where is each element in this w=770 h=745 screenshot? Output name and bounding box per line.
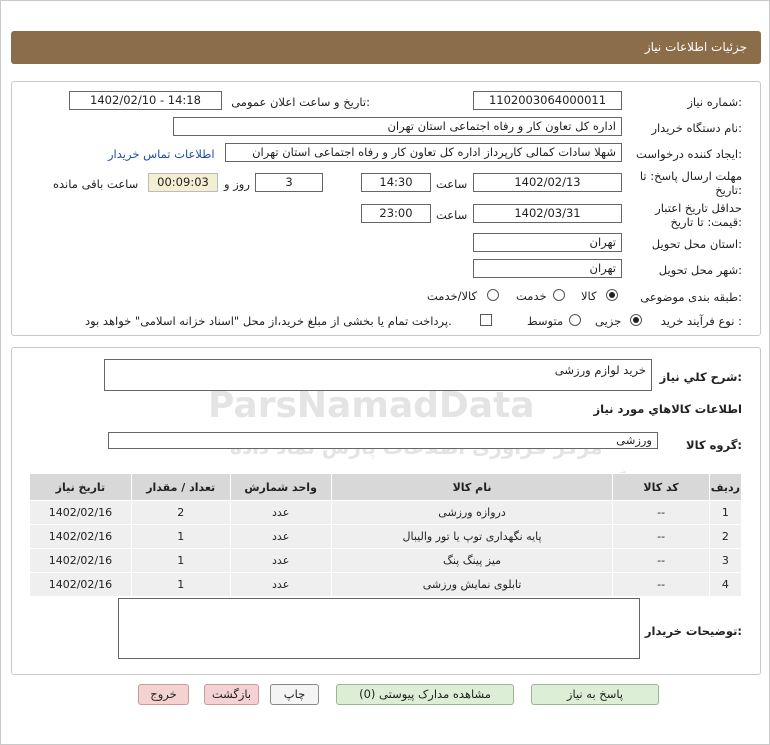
page-title: جزئیات اطلاعات نیاز bbox=[644, 40, 747, 54]
category-goods-radio[interactable] bbox=[606, 289, 618, 301]
reply-button[interactable]: پاسخ به نیاز bbox=[531, 684, 659, 705]
cell-qty: 2 bbox=[130, 500, 231, 525]
cell-unit: عدد bbox=[229, 500, 332, 525]
cell-qty: 1 bbox=[130, 572, 231, 597]
process-minor-label: جزیی bbox=[595, 314, 622, 328]
cell-unit: عدد bbox=[229, 572, 332, 597]
treasury-note: پرداخت تمام یا بخشی از مبلغ خرید،از محل … bbox=[85, 314, 452, 328]
col-qty: تعداد / مقدار bbox=[130, 473, 231, 501]
category-both-radio[interactable] bbox=[487, 289, 499, 301]
deadline-time-field: 14:30 bbox=[361, 173, 431, 192]
cell-row: 2 bbox=[708, 524, 743, 549]
goods-group-label: گروه کالا: bbox=[686, 438, 742, 452]
cell-row: 4 bbox=[708, 572, 743, 597]
deadline-date-field: 1402/02/13 bbox=[473, 173, 622, 192]
process-label: نوع فرآیند خرید : bbox=[660, 314, 742, 328]
validity-label: حداقل تاریخ اعتبار bbox=[655, 201, 742, 215]
days-field: 3 bbox=[255, 173, 323, 192]
cell-unit: عدد bbox=[229, 548, 332, 573]
table-row: 2 -- پایه نگهداری توپ یا تور والیبال عدد… bbox=[29, 524, 743, 549]
col-date: تاریخ نیاز bbox=[29, 473, 132, 501]
col-code: کد کالا bbox=[612, 473, 710, 501]
province-label: استان محل تحویل: bbox=[651, 237, 742, 251]
province-field: تهران bbox=[473, 233, 622, 252]
table-row: 4 -- تابلوی نمایش ورزشی عدد 1 1402/02/16 bbox=[29, 572, 743, 597]
page-header: جزئیات اطلاعات نیاز bbox=[11, 31, 761, 64]
table-row: 1 -- دروازه ورزشی عدد 2 1402/02/16 bbox=[29, 500, 743, 525]
cell-date: 1402/02/16 bbox=[29, 548, 132, 573]
process-minor-radio[interactable] bbox=[630, 314, 642, 326]
need-number-label: شماره نیاز: bbox=[687, 95, 742, 109]
city-label: شهر محل تحویل: bbox=[658, 263, 742, 277]
category-service-radio[interactable] bbox=[553, 289, 565, 301]
buyer-org-label: نام دستگاه خریدار: bbox=[651, 121, 742, 135]
buyer-org-field: اداره کل تعاون کار و رفاه اجتماعی استان … bbox=[173, 117, 622, 136]
cell-date: 1402/02/16 bbox=[29, 524, 132, 549]
cell-code: -- bbox=[612, 572, 710, 597]
cell-code: -- bbox=[612, 548, 710, 573]
summary-label: شرح کلي نياز: bbox=[659, 370, 742, 384]
back-button[interactable]: بازگشت bbox=[204, 684, 259, 705]
goods-table-header: ردیف کد کالا نام کالا واحد شمارش تعداد /… bbox=[29, 473, 743, 501]
cell-name: میز پینگ پنگ bbox=[330, 548, 614, 573]
col-unit: واحد شمارش bbox=[229, 473, 332, 501]
days-label: روز و bbox=[224, 177, 250, 191]
col-row: ردیف bbox=[708, 473, 743, 501]
goods-table: ردیف کد کالا نام کالا واحد شمارش تعداد /… bbox=[29, 473, 743, 597]
goods-info-title: اطلاعات کالاهاي مورد نياز bbox=[593, 402, 742, 416]
requester-label: ایجاد کننده درخواست: bbox=[636, 147, 742, 161]
cell-code: -- bbox=[612, 524, 710, 549]
cell-qty: 1 bbox=[130, 524, 231, 549]
goods-group-field: ورزشی bbox=[108, 432, 658, 449]
process-medium-label: متوسط bbox=[527, 314, 564, 328]
buyer-notes-field bbox=[118, 598, 640, 659]
remaining-label: ساعت باقی مانده bbox=[53, 177, 139, 191]
cell-name: تابلوی نمایش ورزشی bbox=[330, 572, 614, 597]
city-field: تهران bbox=[473, 259, 622, 278]
announce-label: تاریخ و ساعت اعلان عمومی: bbox=[231, 95, 370, 109]
cell-unit: عدد bbox=[229, 524, 332, 549]
announce-field: 1402/02/10 - 14:18 bbox=[69, 91, 222, 110]
validity-time-label: ساعت bbox=[436, 208, 468, 222]
validity-time-field: 23:00 bbox=[361, 204, 431, 223]
cell-row: 3 bbox=[708, 548, 743, 573]
cell-date: 1402/02/16 bbox=[29, 572, 132, 597]
category-service-label: خدمت bbox=[516, 289, 547, 303]
col-name: نام کالا bbox=[330, 473, 614, 501]
deadline-label-2: تاریخ: bbox=[715, 183, 742, 197]
deadline-label: مهلت ارسال پاسخ: تا bbox=[639, 169, 742, 183]
attachments-button[interactable]: مشاهده مدارک پیوستی (0) bbox=[336, 684, 514, 705]
cell-row: 1 bbox=[708, 500, 743, 525]
buyer-contact-link[interactable]: اطلاعات تماس خریدار bbox=[108, 147, 215, 161]
cell-code: -- bbox=[612, 500, 710, 525]
exit-button[interactable]: خروج bbox=[138, 684, 189, 705]
summary-field: خرید لوازم ورزشی bbox=[104, 359, 652, 391]
print-button[interactable]: چاپ bbox=[270, 684, 319, 705]
validity-label-2: قیمت: تا تاریخ: bbox=[670, 215, 742, 229]
table-row: 3 -- میز پینگ پنگ عدد 1 1402/02/16 bbox=[29, 548, 743, 573]
cell-qty: 1 bbox=[130, 548, 231, 573]
need-number-field: 1102003064000011 bbox=[473, 91, 622, 110]
validity-date-field: 1402/03/31 bbox=[473, 204, 622, 223]
category-goods-label: کالا bbox=[581, 289, 597, 303]
cell-name: دروازه ورزشی bbox=[330, 500, 614, 525]
buyer-notes-label: توضیحات خریدار: bbox=[644, 624, 742, 638]
treasury-checkbox[interactable] bbox=[480, 314, 492, 326]
cell-name: پایه نگهداری توپ یا تور والیبال bbox=[330, 524, 614, 549]
category-label: طبقه بندی موضوعی: bbox=[640, 290, 742, 304]
requester-field: شهلا سادات کمالی کارپرداز اداره کل تعاون… bbox=[225, 143, 622, 162]
remaining-time-field: 00:09:03 bbox=[148, 173, 218, 192]
category-both-label: کالا/خدمت bbox=[427, 289, 478, 303]
deadline-time-label: ساعت bbox=[436, 177, 468, 191]
cell-date: 1402/02/16 bbox=[29, 500, 132, 525]
process-medium-radio[interactable] bbox=[569, 314, 581, 326]
